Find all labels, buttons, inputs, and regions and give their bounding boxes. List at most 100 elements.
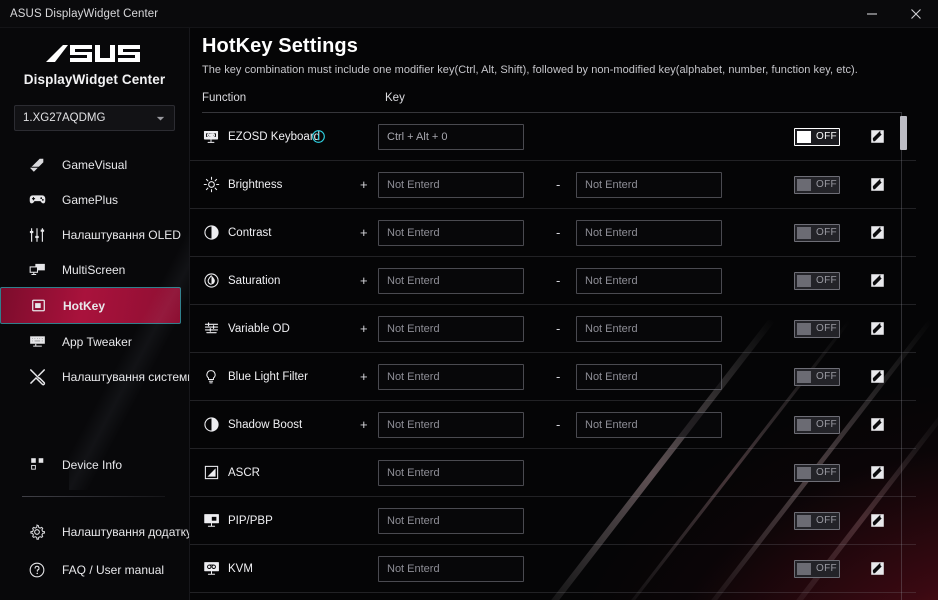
sidebar-item-deviceinfo[interactable]: Device Info	[0, 447, 189, 482]
key-input-secondary[interactable]: Not Enterd	[576, 171, 722, 198]
gamevisual-icon	[26, 154, 48, 176]
edit-pencil-icon[interactable]	[869, 417, 885, 433]
toggle-label: OFF	[816, 371, 837, 382]
scrollbar-track[interactable]	[901, 113, 902, 600]
key-input-primary[interactable]: Ctrl + Alt + 0	[378, 123, 524, 150]
toggle-label: OFF	[816, 467, 837, 478]
monitor-select-value: 1.XG27AQDMG	[23, 112, 106, 124]
key-input-secondary[interactable]: Not Enterd	[576, 411, 722, 438]
apptweaker-icon	[26, 331, 48, 353]
enable-toggle[interactable]: OFF	[794, 223, 840, 242]
info-circle-icon[interactable]	[310, 129, 326, 145]
tools-icon	[26, 366, 48, 388]
multiscreen-icon	[26, 259, 48, 281]
sidebar-item-faq[interactable]: FAQ / User manual	[0, 551, 189, 589]
sidebar-item-systemsettings[interactable]: Налаштування системи	[0, 359, 189, 394]
table-row: OSD EZOSD Keyboard Ctrl + Alt + 0 OFF	[190, 113, 916, 161]
device-info-icon	[26, 454, 48, 476]
nav-gap	[0, 394, 189, 447]
key-input-primary[interactable]: Not Enterd	[378, 315, 524, 342]
key-input-primary[interactable]: Not Enterd	[378, 219, 524, 246]
sidebar-item-label: GamePlus	[62, 192, 119, 207]
sidebar-item-appsettings[interactable]: Налаштування додатку	[0, 513, 189, 551]
sidebar-item-hotkey[interactable]: HotKey	[0, 287, 181, 324]
key-input-secondary[interactable]: Not Enterd	[576, 315, 722, 342]
sidebar-item-apptweaker[interactable]: App Tweaker	[0, 324, 189, 359]
table-row: Contrast + - Not Enterd Not Enterd OFF	[190, 209, 916, 257]
minus-sign: -	[556, 321, 561, 336]
minimize-button[interactable]	[850, 0, 894, 28]
key-input-secondary[interactable]: Not Enterd	[576, 267, 722, 294]
plus-sign: +	[360, 321, 368, 336]
edit-pencil-icon[interactable]	[869, 225, 885, 241]
toggle-knob	[797, 130, 811, 143]
monitor-select[interactable]: 1.XG27AQDMG	[14, 105, 175, 131]
key-input-secondary-text: Not Enterd	[585, 322, 638, 335]
key-input-primary[interactable]: Not Enterd	[378, 555, 524, 582]
column-header-key: Key	[385, 92, 405, 104]
key-input-primary[interactable]: Not Enterd	[378, 459, 524, 486]
key-input-secondary[interactable]: Not Enterd	[576, 219, 722, 246]
key-input-secondary[interactable]: Not Enterd	[576, 363, 722, 390]
brand: DisplayWidget Center	[0, 28, 189, 95]
sidebar-item-label: Device Info	[62, 457, 123, 472]
toggle-knob	[797, 562, 811, 575]
page-title: HotKey Settings	[202, 35, 358, 57]
edit-pencil-icon[interactable]	[869, 369, 885, 385]
plus-sign: +	[360, 225, 368, 240]
enable-toggle[interactable]: OFF	[794, 319, 840, 338]
saturation-icon	[200, 270, 222, 292]
enable-toggle[interactable]: OFF	[794, 559, 840, 578]
edit-pencil-icon[interactable]	[869, 273, 885, 289]
scrollbar-thumb[interactable]	[900, 116, 907, 150]
key-input-primary-text: Not Enterd	[387, 370, 440, 383]
sidebar-divider	[22, 496, 165, 497]
row-label: Saturation	[228, 274, 281, 287]
sidebar-item-label: App Tweaker	[62, 334, 132, 349]
gamepad-icon	[26, 189, 48, 211]
enable-toggle[interactable]: OFF	[794, 271, 840, 290]
row-label: Contrast	[228, 226, 272, 239]
toggle-knob	[797, 274, 811, 287]
key-input-primary-text: Not Enterd	[387, 178, 440, 191]
page-subtitle: The key combination must include one mod…	[202, 64, 858, 76]
bulb-icon	[200, 366, 222, 388]
toggle-label: OFF	[816, 227, 837, 238]
gear-icon	[26, 521, 48, 543]
svg-text:OSD: OSD	[207, 133, 215, 137]
kvm-icon	[200, 558, 222, 580]
key-input-secondary-text: Not Enterd	[585, 418, 638, 431]
key-input-primary[interactable]: Not Enterd	[378, 507, 524, 534]
minus-sign: -	[556, 273, 561, 288]
edit-pencil-icon[interactable]	[869, 177, 885, 193]
edit-pencil-icon[interactable]	[869, 321, 885, 337]
sidebar-item-oled[interactable]: Налаштування OLED	[0, 217, 189, 252]
table-row: Variable OD + - Not Enterd Not Enterd OFF	[190, 305, 916, 353]
table-row: ASCR Not Enterd OFF	[190, 449, 916, 497]
enable-toggle[interactable]: OFF	[794, 463, 840, 482]
ascr-icon	[200, 462, 222, 484]
sidebar-item-multiscreen[interactable]: MultiScreen	[0, 252, 189, 287]
key-input-primary[interactable]: Not Enterd	[378, 411, 524, 438]
enable-toggle[interactable]: OFF	[794, 367, 840, 386]
enable-toggle[interactable]: OFF	[794, 127, 840, 146]
table-row: Shadow Boost + - Not Enterd Not Enterd OFF	[190, 401, 916, 449]
edit-pencil-icon[interactable]	[869, 465, 885, 481]
key-input-primary[interactable]: Not Enterd	[378, 171, 524, 198]
sidebar-nav: GameVisual GamePlus Налаштування OLED Mu…	[0, 147, 189, 589]
row-label: Variable OD	[228, 322, 290, 335]
sidebar: DisplayWidget Center 1.XG27AQDMG GameVis…	[0, 28, 190, 600]
edit-pencil-icon[interactable]	[869, 129, 885, 145]
key-input-primary[interactable]: Not Enterd	[378, 267, 524, 294]
enable-toggle[interactable]: OFF	[794, 415, 840, 434]
sidebar-item-gameplus[interactable]: GamePlus	[0, 182, 189, 217]
enable-toggle[interactable]: OFF	[794, 175, 840, 194]
enable-toggle[interactable]: OFF	[794, 511, 840, 530]
close-button[interactable]	[894, 0, 938, 28]
plus-sign: +	[360, 273, 368, 288]
key-input-primary[interactable]: Not Enterd	[378, 363, 524, 390]
toggle-label: OFF	[816, 563, 837, 574]
sidebar-item-gamevisual[interactable]: GameVisual	[0, 147, 189, 182]
edit-pencil-icon[interactable]	[869, 561, 885, 577]
edit-pencil-icon[interactable]	[869, 513, 885, 529]
